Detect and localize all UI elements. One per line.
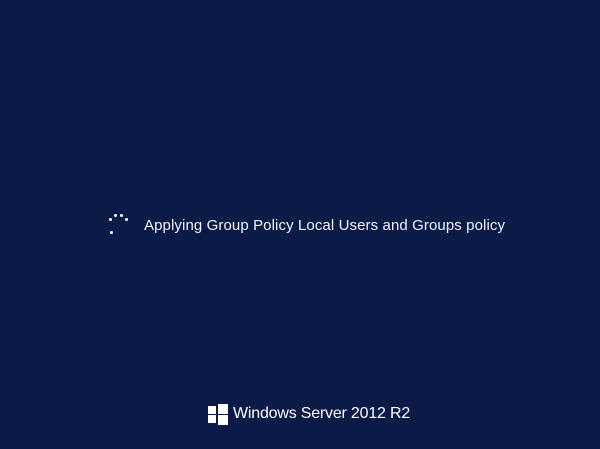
windows-logo-icon <box>208 404 228 425</box>
product-branding: Windows Server 2012 R2 <box>208 402 410 426</box>
status-message: Applying Group Policy Local Users and Gr… <box>144 216 506 234</box>
product-name: Windows Server 2012 R2 <box>233 405 411 422</box>
status-row: Applying Group Policy Local Users and Gr… <box>106 212 505 238</box>
boot-screen: Applying Group Policy Local Users and Gr… <box>0 0 600 449</box>
loading-spinner-icon <box>106 213 130 237</box>
